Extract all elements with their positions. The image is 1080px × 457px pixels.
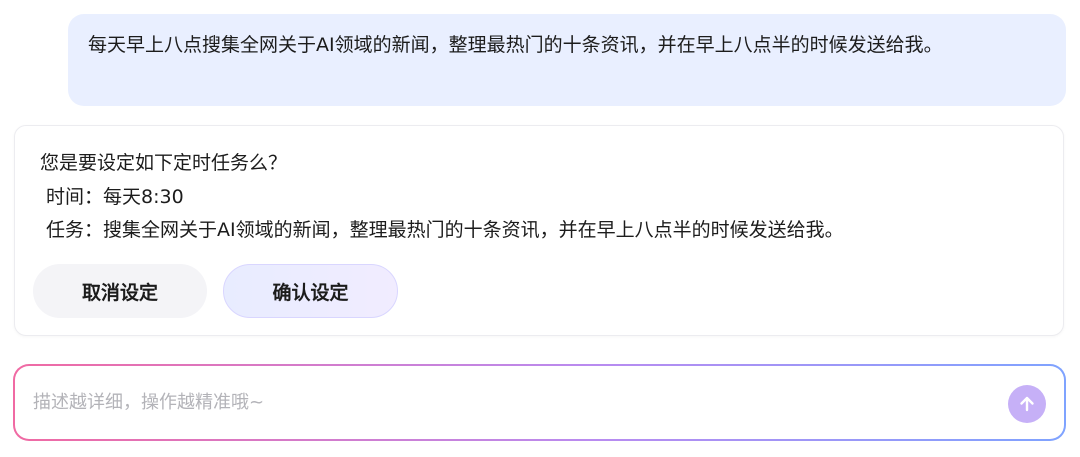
chat-input-inner (15, 366, 1064, 439)
send-button[interactable] (1008, 385, 1046, 423)
user-message-text: 每天早上八点搜集全网关于AI领域的新闻，整理最热门的十条资讯，并在早上八点半的时… (88, 34, 943, 56)
user-message-bubble: 每天早上八点搜集全网关于AI领域的新闻，整理最热门的十条资讯，并在早上八点半的时… (68, 14, 1066, 106)
arrow-up-icon (1020, 396, 1034, 412)
schedule-time: 时间：每天8:30 (46, 186, 184, 208)
cancel-setting-button[interactable]: 取消设定 (33, 264, 207, 318)
chat-input-container (13, 364, 1066, 441)
schedule-task: 任务：搜集全网关于AI领域的新闻，整理最热门的十条资讯，并在早上八点半的时候发送… (46, 219, 844, 241)
chat-input[interactable] (33, 366, 993, 439)
chat-page: 每天早上八点搜集全网关于AI领域的新闻，整理最热门的十条资讯，并在早上八点半的时… (0, 0, 1080, 457)
card-question: 您是要设定如下定时任务么？ (40, 152, 288, 174)
assistant-confirm-card: 您是要设定如下定时任务么？ 时间：每天8:30 任务：搜集全网关于AI领域的新闻… (14, 125, 1064, 336)
confirm-setting-button[interactable]: 确认设定 (223, 264, 398, 318)
